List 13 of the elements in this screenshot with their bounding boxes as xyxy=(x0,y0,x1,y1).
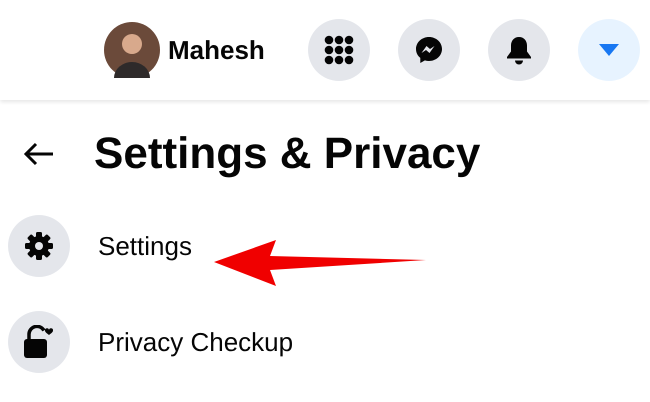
padlock-heart-icon xyxy=(23,325,55,359)
user-name[interactable]: Mahesh xyxy=(168,30,265,70)
menu-item-label: Settings xyxy=(98,233,192,259)
menu-item[interactable]: Settings xyxy=(8,214,642,278)
avatar[interactable] xyxy=(104,22,160,78)
menu-item[interactable]: Privacy Checkup xyxy=(8,310,642,374)
caret-icon xyxy=(598,43,620,57)
menu-title: Settings & Privacy xyxy=(94,132,480,176)
grid-icon xyxy=(324,35,354,65)
chat-bubble-icon xyxy=(414,35,444,65)
bell-icon xyxy=(505,35,533,65)
menu-item-label: Privacy Checkup xyxy=(98,329,294,355)
gear-icon xyxy=(24,231,54,261)
